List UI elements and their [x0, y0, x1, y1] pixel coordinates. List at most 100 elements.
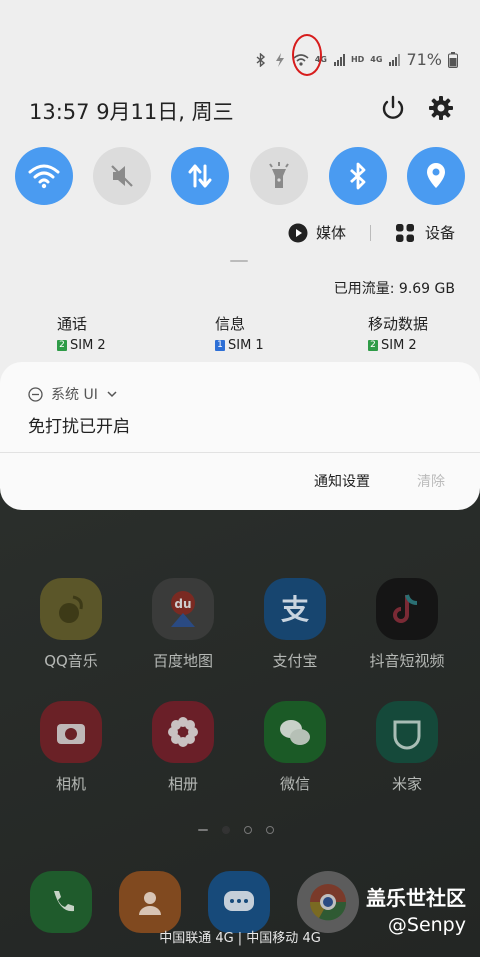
sim-name: SIM 2	[381, 338, 417, 353]
contacts-icon	[139, 892, 161, 915]
data-transfer-icon	[188, 164, 212, 188]
dock-messages[interactable]	[208, 871, 270, 933]
page-dot	[266, 826, 274, 834]
notification-card[interactable]: 系统 UI 免打扰已开启 通知设置 清除	[0, 362, 480, 510]
media-label: 媒体	[316, 224, 347, 242]
chevron-down-icon[interactable]	[106, 388, 118, 400]
sim-value: 1 SIM 1	[215, 338, 264, 353]
camera-icon	[40, 701, 102, 763]
drag-handle[interactable]	[230, 260, 248, 262]
qs-sound-toggle[interactable]	[93, 147, 151, 205]
sim-setting-label: 通话	[57, 315, 88, 333]
app-label: 抖音短视频	[369, 652, 445, 670]
signal-icon	[333, 53, 345, 66]
watermark-handle: @Senpy	[387, 914, 466, 936]
media-button[interactable]: 媒体	[288, 222, 346, 243]
qs-location-toggle[interactable]	[407, 147, 465, 205]
sim-name: SIM 1	[228, 338, 264, 353]
qs-flashlight-toggle[interactable]	[250, 147, 308, 205]
page-dot-active	[222, 826, 230, 834]
svg-text:du: du	[174, 597, 191, 611]
app-alipay[interactable]: 支 支付宝	[250, 578, 340, 671]
settings-button[interactable]	[427, 94, 455, 122]
qs-mobile-data-toggle[interactable]	[171, 147, 229, 205]
divider	[0, 452, 480, 453]
status-bar: 4G HD 4G 71%	[255, 50, 458, 69]
wechat-icon	[264, 701, 326, 763]
power-icon	[382, 95, 404, 119]
messages-icon	[224, 891, 254, 911]
network-hd-label: HD	[350, 55, 365, 64]
app-label: 米家	[391, 775, 422, 793]
dock-contacts[interactable]	[119, 871, 181, 933]
time-date: 13:57 9月11日, 周三	[29, 100, 234, 124]
sim-name: SIM 2	[70, 338, 106, 353]
baidu-map-icon: du	[152, 578, 214, 640]
douyin-icon	[376, 578, 438, 640]
notification-header[interactable]: 系统 UI	[28, 384, 118, 404]
sim-badge: 2	[57, 340, 67, 351]
app-wechat[interactable]: 微信	[250, 701, 340, 794]
qs-wifi-toggle[interactable]	[15, 147, 73, 205]
sim-calls[interactable]: 通话 2 SIM 2	[57, 313, 106, 353]
page-dot	[244, 826, 252, 834]
devices-button[interactable]: 设备	[395, 222, 455, 243]
network-4g-label-2: 4G	[370, 55, 383, 64]
red-circle-annotation	[292, 34, 322, 76]
sim-value: 2 SIM 2	[368, 338, 428, 353]
sim-mobile-data[interactable]: 移动数据 2 SIM 2	[368, 313, 428, 353]
notification-message: 免打扰已开启	[28, 417, 130, 437]
sim-badge: 2	[368, 340, 378, 351]
phone-icon	[54, 891, 74, 912]
dnd-icon	[28, 386, 43, 402]
sim-setting-label: 信息	[215, 315, 246, 333]
power-button[interactable]	[379, 94, 407, 122]
app-label: 百度地图	[152, 652, 213, 670]
bluetooth-status-icon	[256, 52, 265, 67]
app-label: 支付宝	[272, 652, 318, 670]
battery-icon	[448, 51, 458, 68]
app-label: QQ音乐	[44, 652, 98, 670]
chrome-icon	[309, 884, 347, 921]
app-gallery[interactable]: 相册	[138, 701, 228, 794]
dock-phone[interactable]	[30, 871, 92, 933]
dock-chrome[interactable]	[297, 871, 359, 933]
notification-shade: 4G HD 4G 71% 13:57 9月11日, 周三 媒体 设备 已用流量:…	[0, 0, 480, 400]
qs-bluetooth-toggle[interactable]	[329, 147, 387, 205]
signal-icon-2	[389, 53, 401, 66]
devices-grid-icon	[396, 223, 415, 242]
wifi-icon	[28, 164, 60, 189]
watermark-title: 盖乐世社区	[366, 886, 466, 910]
app-qqmusic[interactable]: QQ音乐	[26, 578, 116, 671]
app-douyin[interactable]: 抖音短视频	[362, 578, 452, 671]
sim-badge: 1	[215, 340, 225, 351]
clear-button[interactable]: 清除	[417, 471, 445, 491]
svg-text:支: 支	[281, 593, 309, 626]
page-indicator	[198, 826, 274, 834]
mijia-icon	[376, 701, 438, 763]
flashlight-icon	[269, 162, 289, 188]
app-camera[interactable]: 相机	[26, 701, 116, 794]
mute-icon	[111, 165, 133, 187]
bluetooth-icon	[350, 162, 366, 190]
sim-value: 2 SIM 2	[57, 338, 106, 353]
app-label: 相册	[167, 775, 198, 793]
page-dot	[198, 829, 208, 831]
play-icon	[288, 223, 308, 242]
sim-setting-label: 移动数据	[368, 315, 429, 333]
app-baidu-map[interactable]: du 百度地图	[138, 578, 228, 671]
gear-icon	[429, 96, 453, 120]
gallery-icon	[152, 701, 214, 763]
app-label: 相机	[55, 775, 86, 793]
sim-messages[interactable]: 信息 1 SIM 1	[215, 313, 264, 353]
alipay-icon: 支	[264, 578, 326, 640]
battery-percent: 71%	[406, 50, 442, 69]
app-mijia[interactable]: 米家	[362, 701, 452, 794]
charging-status-icon	[275, 52, 284, 67]
notification-app-name: 系统 UI	[51, 387, 98, 403]
qqmusic-icon	[40, 578, 102, 640]
devices-label: 设备	[425, 224, 456, 242]
divider	[370, 224, 372, 241]
notification-settings-button[interactable]: 通知设置	[314, 471, 370, 491]
location-icon	[427, 163, 445, 188]
